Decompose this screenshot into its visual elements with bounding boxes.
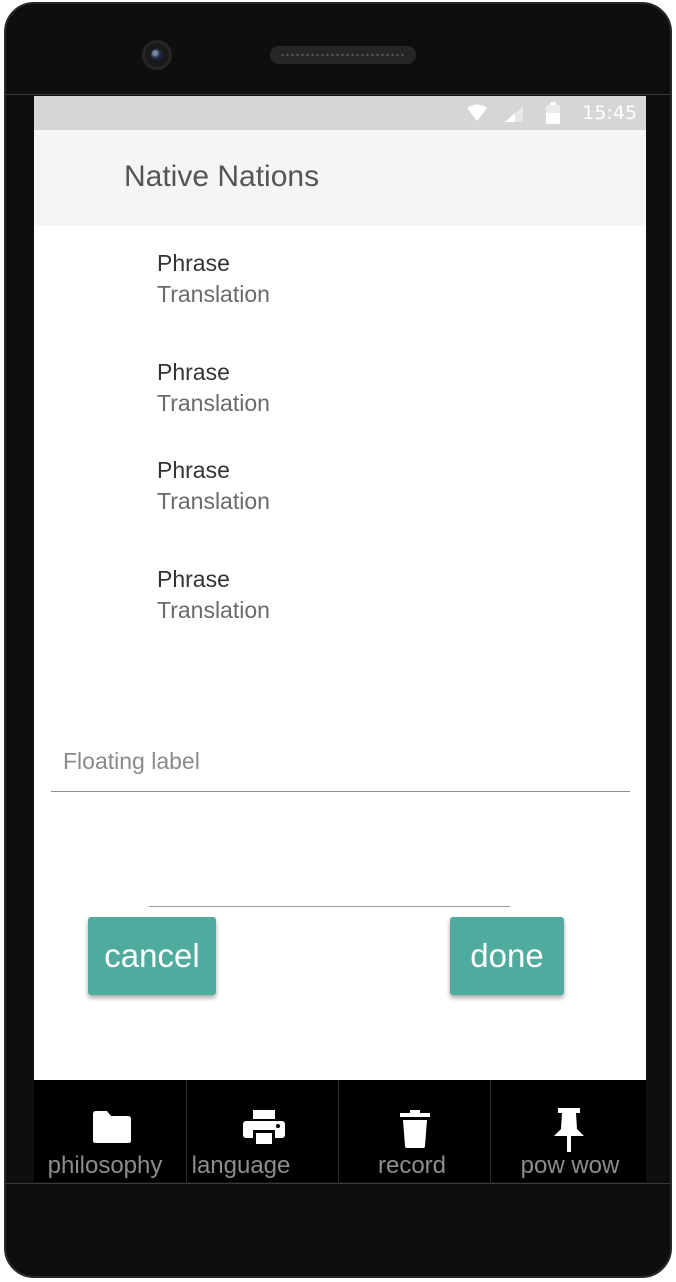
nav-item-language[interactable]: language [186,1080,338,1182]
status-bar: 15:45 [34,96,646,130]
nav-label: philosophy [47,1152,163,1179]
translation-text: Translation [157,281,270,307]
wifi-icon [467,104,487,121]
phrase-text: Phrase [157,566,230,592]
divider [149,906,510,907]
nav-item-record[interactable]: record [338,1080,490,1182]
nav-label: record [377,1152,447,1179]
cancel-button[interactable]: cancel [88,917,216,995]
folder-icon [93,1111,131,1143]
camera-icon [142,40,172,70]
list-item[interactable]: Phrase Translation [157,248,270,310]
pin-icon [554,1108,584,1152]
frame-guide [6,1183,670,1184]
translation-text: Translation [157,390,270,416]
nav-label: pow wow [520,1152,620,1179]
nav-label: language [191,1152,291,1179]
trash-icon [400,1110,430,1148]
bottom-navigation: philosophy language record pow wow [34,1080,646,1182]
text-input-underline[interactable] [51,791,630,792]
list-item[interactable]: Phrase Translation [157,455,270,517]
phrase-text: Phrase [157,250,230,276]
battery-icon [546,102,560,124]
app-bar: Native Nations [34,130,646,226]
phrase-text: Phrase [157,457,230,483]
signal-icon [505,106,523,122]
translation-text: Translation [157,488,270,514]
nav-item-philosophy[interactable]: philosophy [34,1080,186,1182]
done-button[interactable]: done [450,917,564,995]
phrase-text: Phrase [157,359,230,385]
list-item[interactable]: Phrase Translation [157,357,270,419]
frame-guide [6,94,670,95]
page-title: Native Nations [124,160,320,193]
translation-text: Translation [157,597,270,623]
app-screen: 15:45 Native Nations Phrase Translation … [34,96,646,1182]
status-time: 15:45 [582,102,637,124]
nav-item-pow-wow[interactable]: pow wow [490,1080,646,1182]
printer-icon [243,1110,285,1146]
floating-label: Floating label [63,748,200,774]
speaker-grille [270,46,416,64]
list-item[interactable]: Phrase Translation [157,564,270,626]
